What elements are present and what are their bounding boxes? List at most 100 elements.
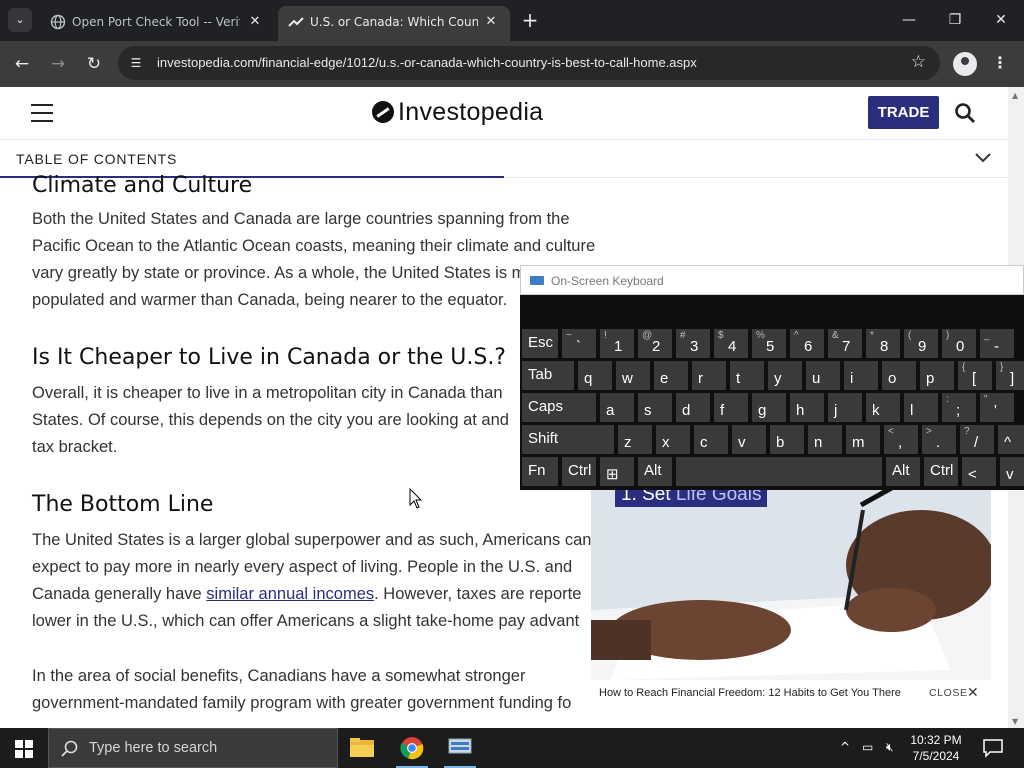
osk-key[interactable]: v	[732, 425, 766, 454]
new-tab-button[interactable]: +	[518, 8, 542, 32]
osk-key[interactable]: & 7	[828, 329, 862, 358]
osk-key[interactable]: }]	[996, 361, 1024, 390]
osk-key[interactable]: t	[730, 361, 764, 390]
chrome-menu-icon[interactable]: ⋮	[992, 53, 1008, 72]
osk-key[interactable]: % 5	[752, 329, 786, 358]
osk-key[interactable]: Alt	[638, 457, 672, 486]
osk-key[interactable]: z	[618, 425, 652, 454]
url-text[interactable]: investopedia.com/financial-edge/1012/u.s…	[157, 55, 697, 70]
osk-key[interactable]: _ -	[980, 329, 1014, 358]
osk-key[interactable]: n	[808, 425, 842, 454]
scroll-down-icon[interactable]: ▼	[1012, 717, 1018, 726]
scroll-up-icon[interactable]: ▲	[1012, 91, 1018, 100]
osk-key[interactable]: $4	[714, 329, 748, 358]
similar-annual-incomes-link[interactable]: similar annual incomes	[206, 585, 374, 603]
osk-key[interactable]: >.	[922, 425, 956, 454]
osk-key[interactable]: Esc	[522, 329, 558, 358]
osk-key[interactable]: Ctrl	[562, 457, 596, 486]
osk-key[interactable]: l	[904, 393, 938, 422]
osk-key[interactable]: <,	[884, 425, 918, 454]
osk-key[interactable]: v	[1000, 457, 1024, 486]
osk-key[interactable]: Alt	[886, 457, 920, 486]
osk-key[interactable]: h	[790, 393, 824, 422]
ad-video-thumbnail[interactable]: 1. Set Life Goals	[591, 470, 991, 680]
osk-key[interactable]: j	[828, 393, 862, 422]
osk-key[interactable]: ⊞	[600, 457, 634, 486]
ad-caption[interactable]: How to Reach Financial Freedom: 12 Habit…	[599, 687, 901, 699]
volume-muted-icon[interactable]: 🔇︎	[886, 740, 894, 755]
osk-key[interactable]: @2	[638, 329, 672, 358]
notification-icon[interactable]	[982, 738, 1004, 758]
back-button[interactable]: ←	[9, 51, 35, 77]
profile-avatar-icon[interactable]	[953, 52, 977, 76]
osk-key[interactable]: ? /	[960, 425, 994, 454]
osk-key[interactable]: Fn	[522, 457, 558, 486]
osk-key[interactable]: Ctrl	[924, 457, 958, 486]
osk-key[interactable]: <	[962, 457, 996, 486]
tab-open-port-check[interactable]: Open Port Check Tool -- Verify ✕	[40, 6, 274, 41]
osk-key[interactable]: f	[714, 393, 748, 422]
osk-key[interactable]: ~ `	[562, 329, 596, 358]
osk-key[interactable]: a	[600, 393, 634, 422]
chrome-taskbar-button[interactable]	[388, 728, 436, 768]
osk-key[interactable]: b	[770, 425, 804, 454]
osk-key[interactable]: {[	[958, 361, 992, 390]
reload-button[interactable]: ↻	[81, 51, 107, 77]
osk-key[interactable]: c	[694, 425, 728, 454]
video-ad[interactable]: 1. Set Life Goals How to Reach Financial…	[591, 470, 991, 710]
hamburger-menu-icon[interactable]	[31, 104, 53, 122]
osk-key[interactable]: ^	[998, 425, 1024, 454]
osk-key[interactable]: p	[920, 361, 954, 390]
osk-key[interactable]: g	[752, 393, 786, 422]
osk-key[interactable]: s	[638, 393, 672, 422]
osk-key[interactable]: Shift	[522, 425, 614, 454]
osk-key[interactable]: k	[866, 393, 900, 422]
start-button[interactable]	[0, 728, 48, 768]
osk-titlebar[interactable]: On-Screen Keyboard	[520, 265, 1024, 295]
network-icon[interactable]: ▭	[862, 740, 873, 754]
osk-key[interactable]: ^ 6	[790, 329, 824, 358]
osk-key[interactable]: (9	[904, 329, 938, 358]
close-window-button[interactable]: ✕	[978, 0, 1024, 41]
osk-key[interactable]: r	[692, 361, 726, 390]
osk-key[interactable]: ) 0	[942, 329, 976, 358]
address-bar[interactable]: ☰ investopedia.com/financial-edge/1012/u…	[118, 46, 940, 80]
osk-key[interactable]: d	[676, 393, 710, 422]
ad-close-button[interactable]: CLOSE	[929, 687, 968, 699]
osk-key[interactable]: e	[654, 361, 688, 390]
close-icon[interactable]: ✕	[967, 685, 979, 701]
chevron-down-icon[interactable]	[974, 150, 992, 164]
taskbar-search-box[interactable]: Type here to search	[48, 728, 338, 768]
forward-button[interactable]: →	[45, 51, 71, 77]
osk-key[interactable]: q	[578, 361, 612, 390]
osk-key[interactable]: u	[806, 361, 840, 390]
tab-search-button[interactable]: ⌄	[8, 8, 32, 32]
osk-key[interactable]: * 8	[866, 329, 900, 358]
osk-key[interactable]: " '	[980, 393, 1014, 422]
bookmark-star-icon[interactable]: ☆	[911, 52, 926, 72]
osk-key[interactable]: :;	[942, 393, 976, 422]
osk-key[interactable]	[676, 457, 882, 486]
file-explorer-taskbar-button[interactable]	[338, 728, 386, 768]
minimize-button[interactable]: —	[886, 0, 932, 41]
trade-button[interactable]: TRADE	[868, 96, 939, 129]
osk-key[interactable]: x	[656, 425, 690, 454]
on-screen-keyboard-taskbar-button[interactable]	[436, 728, 484, 768]
osk-key[interactable]: i	[844, 361, 878, 390]
osk-key[interactable]: w	[616, 361, 650, 390]
osk-key[interactable]: Caps	[522, 393, 596, 422]
osk-key[interactable]: ! 1	[600, 329, 634, 358]
osk-key[interactable]: #3	[676, 329, 710, 358]
tab-close-button[interactable]: ✕	[244, 11, 266, 33]
osk-key[interactable]: m	[846, 425, 880, 454]
osk-key[interactable]: y	[768, 361, 802, 390]
site-settings-icon[interactable]: ☰	[126, 53, 146, 73]
search-icon[interactable]	[953, 101, 977, 125]
osk-key[interactable]: o	[882, 361, 916, 390]
osk-key[interactable]: Tab	[522, 361, 574, 390]
tab-investopedia[interactable]: U.S. or Canada: Which Country ✕	[278, 6, 510, 41]
tab-close-button[interactable]: ✕	[480, 11, 502, 33]
taskbar-clock[interactable]: 10:32 PM 7/5/2024	[900, 732, 972, 764]
maximize-button[interactable]: ❐	[932, 0, 978, 41]
show-hidden-icons-icon[interactable]: ^	[840, 740, 850, 754]
